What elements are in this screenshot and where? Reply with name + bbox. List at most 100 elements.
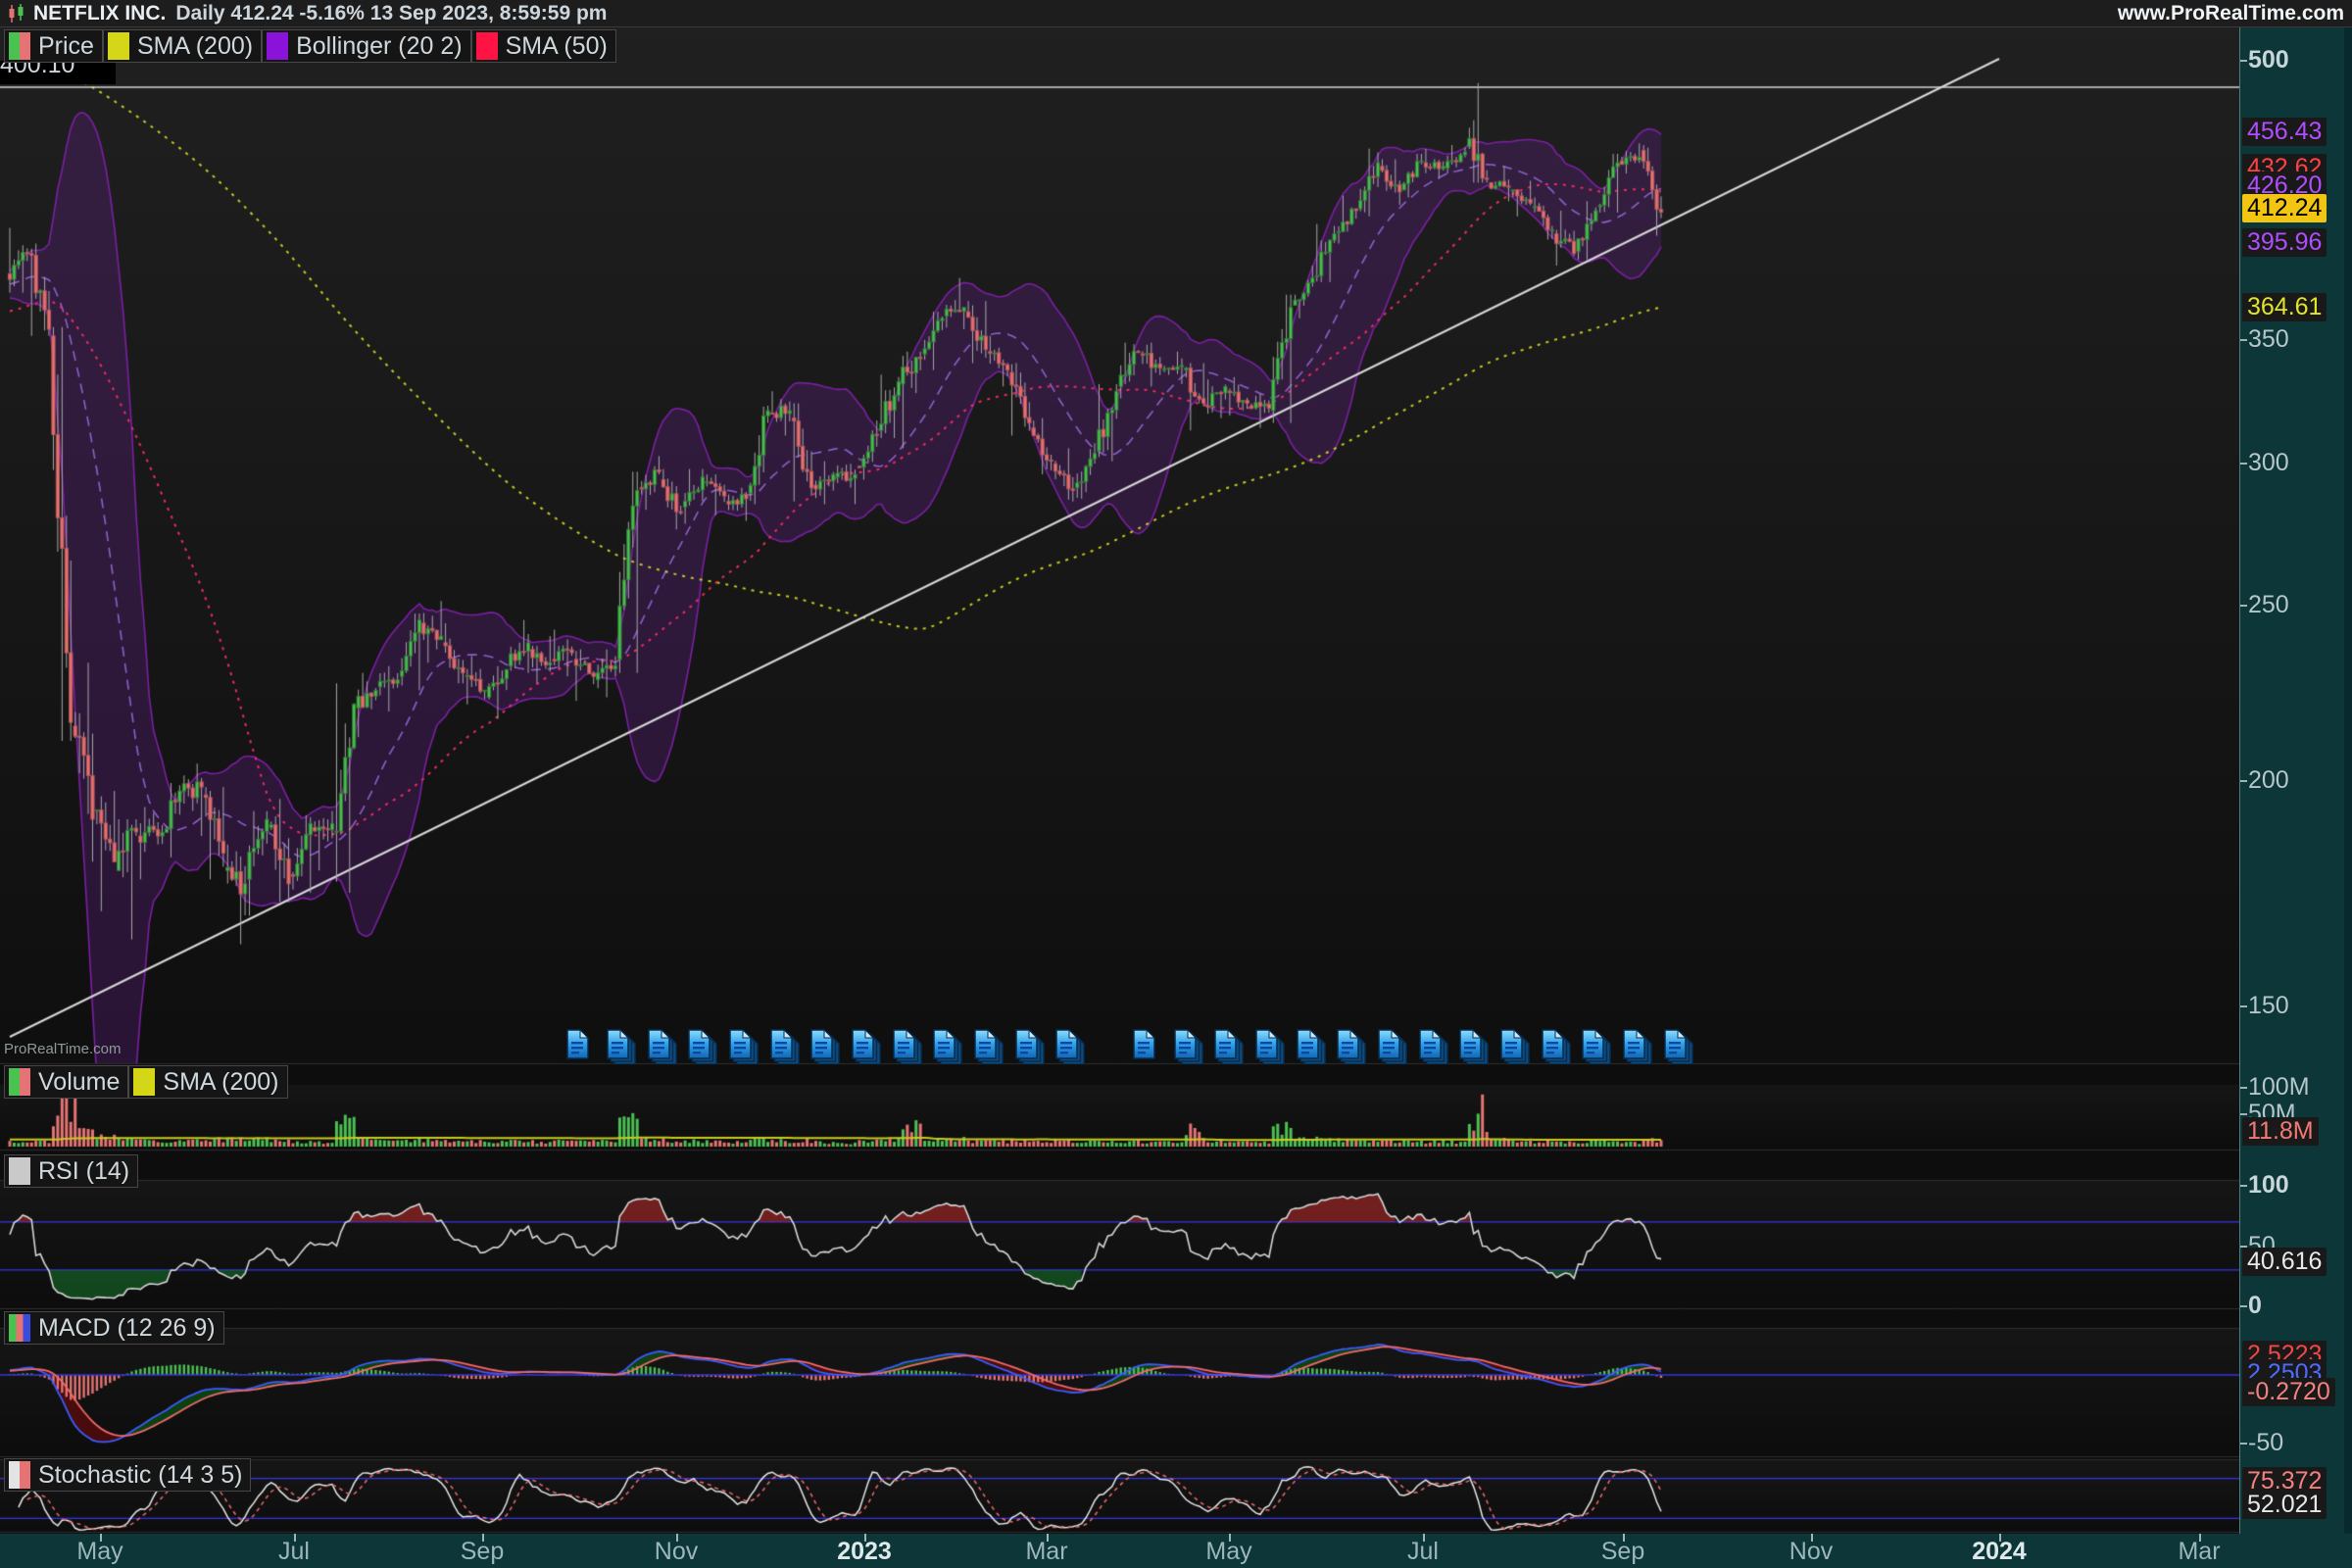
axis-tick-label: 100 [2248, 1171, 2289, 1200]
earnings-report-icon[interactable] [648, 1025, 681, 1069]
axis-tick [2240, 60, 2247, 62]
earnings-report-icon[interactable] [1378, 1025, 1411, 1069]
earnings-report-icon[interactable] [893, 1025, 926, 1069]
macd-legend: MACD (12 26 9) [4, 1311, 224, 1345]
earnings-report-icon[interactable] [1055, 1025, 1089, 1069]
quote-summary: Daily 412.24 -5.16% 13 Sep 2023, 8:59:59… [175, 2, 607, 25]
month-label: Mar [1025, 1538, 1067, 1566]
rsi-legend-chip-0[interactable]: RSI (14) [4, 1154, 138, 1188]
indicator-value-label: 52.021 [2242, 1491, 2327, 1519]
indicator-value-label: 364.61 [2242, 293, 2327, 321]
axis-tick-label: 200 [2248, 766, 2289, 795]
volume-legend-chip-0[interactable]: Volume [4, 1065, 128, 1099]
earnings-report-icon[interactable] [974, 1025, 1007, 1069]
axis-tick-label: 250 [2248, 591, 2289, 619]
legend-label: Price [38, 31, 94, 61]
watermark: ProRealTime.com [4, 1041, 121, 1057]
title-bar: NETFLIX INC. Daily 412.24 -5.16% 13 Sep … [0, 0, 2352, 27]
earnings-report-icon[interactable] [729, 1025, 762, 1069]
gray-swatch-icon [9, 1157, 30, 1185]
axis-tick [2240, 1443, 2247, 1445]
month-label: 2023 [837, 1538, 892, 1566]
axis-tick [2240, 339, 2247, 341]
earnings-report-icon[interactable] [1297, 1025, 1330, 1069]
stoch-swatch-icon [9, 1461, 30, 1489]
earnings-report-icon[interactable] [1337, 1025, 1370, 1069]
earnings-report-icon[interactable] [607, 1025, 640, 1069]
month-label: Sep [1601, 1538, 1644, 1566]
price-chart-canvas[interactable] [0, 0, 2239, 1568]
earnings-report-icon[interactable] [1174, 1025, 1207, 1069]
month-label: May [76, 1538, 122, 1566]
stochastic-legend-chip-0[interactable]: Stochastic (14 3 5) [4, 1458, 251, 1492]
axis-tick-label: 500 [2248, 46, 2289, 74]
earnings-report-icon[interactable] [1664, 1025, 1697, 1069]
last-price-label: 412.24 [2242, 194, 2327, 222]
stochastic-legend: Stochastic (14 3 5) [4, 1458, 251, 1492]
volume-legend: Volume SMA (200) [4, 1065, 288, 1099]
earnings-report-icon[interactable] [770, 1025, 804, 1069]
price-swatch-icon [9, 32, 30, 60]
earnings-report-icon[interactable] [1015, 1025, 1049, 1069]
level-line-label: 400.10 [0, 61, 116, 84]
legend-label: SMA (200) [163, 1067, 278, 1097]
month-label: Nov [655, 1538, 698, 1566]
axis-tick [2240, 605, 2247, 607]
earnings-report-icon[interactable] [688, 1025, 721, 1069]
axis-scrollbar[interactable] [2344, 0, 2352, 1568]
earnings-report-icon[interactable] [1214, 1025, 1248, 1069]
earnings-report-icon[interactable] [566, 1025, 600, 1069]
earnings-report-icon[interactable] [933, 1025, 966, 1069]
price-legend-chip-1[interactable]: SMA (200) [103, 29, 262, 63]
month-label: Sep [461, 1538, 504, 1566]
month-label: 2024 [1972, 1538, 2027, 1566]
price-legend: Price SMA (200) Bollinger (20 2) SMA (50) [4, 29, 616, 63]
axis-tick-label: 150 [2248, 992, 2289, 1020]
month-label: Jul [278, 1538, 310, 1566]
time-axis[interactable]: MayJulSepNov2023MarMayJulSepNov2024Mar [0, 1534, 2352, 1568]
candlestick-icon [6, 3, 27, 24]
earnings-report-icon[interactable] [810, 1025, 844, 1069]
earnings-report-icon[interactable] [1255, 1025, 1289, 1069]
price-legend-chip-2[interactable]: Bollinger (20 2) [262, 29, 471, 63]
axis-tick-label: 100M [2248, 1073, 2310, 1102]
month-label: Nov [1789, 1538, 1833, 1566]
axis-tick-label: -50 [2248, 1429, 2283, 1457]
axis-tick [2240, 1087, 2247, 1089]
indicator-value-label: 456.43 [2242, 118, 2327, 146]
earnings-report-icon[interactable] [1133, 1025, 1166, 1069]
vol-swatch-icon [9, 1068, 30, 1096]
month-label: May [1205, 1538, 1251, 1566]
macd-swatch-icon [9, 1314, 30, 1342]
earnings-report-icon[interactable] [1500, 1025, 1534, 1069]
yellow-swatch-icon [133, 1068, 155, 1096]
axis-tick [2240, 1005, 2247, 1007]
month-label: Mar [2178, 1538, 2220, 1566]
legend-label: Volume [38, 1067, 120, 1097]
earnings-report-icon[interactable] [1459, 1025, 1493, 1069]
legend-label: RSI (14) [38, 1156, 129, 1186]
earnings-report-icon[interactable] [1582, 1025, 1615, 1069]
axis-tick [2240, 463, 2247, 465]
volume-legend-chip-1[interactable]: SMA (200) [128, 1065, 287, 1099]
rsi-legend: RSI (14) [4, 1154, 138, 1188]
site-link[interactable]: www.ProRealTime.com [2118, 2, 2344, 25]
legend-label: Stochastic (14 3 5) [38, 1460, 242, 1490]
purple-swatch-icon [267, 32, 288, 60]
price-axis[interactable]: 500350300250200150100M50M100500-50456.43… [2239, 0, 2352, 1568]
macd-legend-chip-0[interactable]: MACD (12 26 9) [4, 1311, 224, 1345]
earnings-report-icon[interactable] [1542, 1025, 1575, 1069]
legend-label: Bollinger (20 2) [296, 31, 463, 61]
yellow-swatch-icon [108, 32, 129, 60]
price-legend-chip-0[interactable]: Price [4, 29, 103, 63]
axis-tick [2240, 1185, 2247, 1187]
axis-tick-label: 350 [2248, 325, 2289, 354]
price-legend-chip-3[interactable]: SMA (50) [471, 29, 616, 63]
legend-label: SMA (50) [506, 31, 608, 61]
legend-label: SMA (200) [137, 31, 253, 61]
earnings-report-icon[interactable] [1419, 1025, 1452, 1069]
earnings-report-icon[interactable] [1623, 1025, 1656, 1069]
indicator-value-label: -0.2720 [2242, 1378, 2335, 1406]
earnings-report-icon[interactable] [852, 1025, 885, 1069]
axis-tick-label: 0 [2248, 1292, 2262, 1320]
